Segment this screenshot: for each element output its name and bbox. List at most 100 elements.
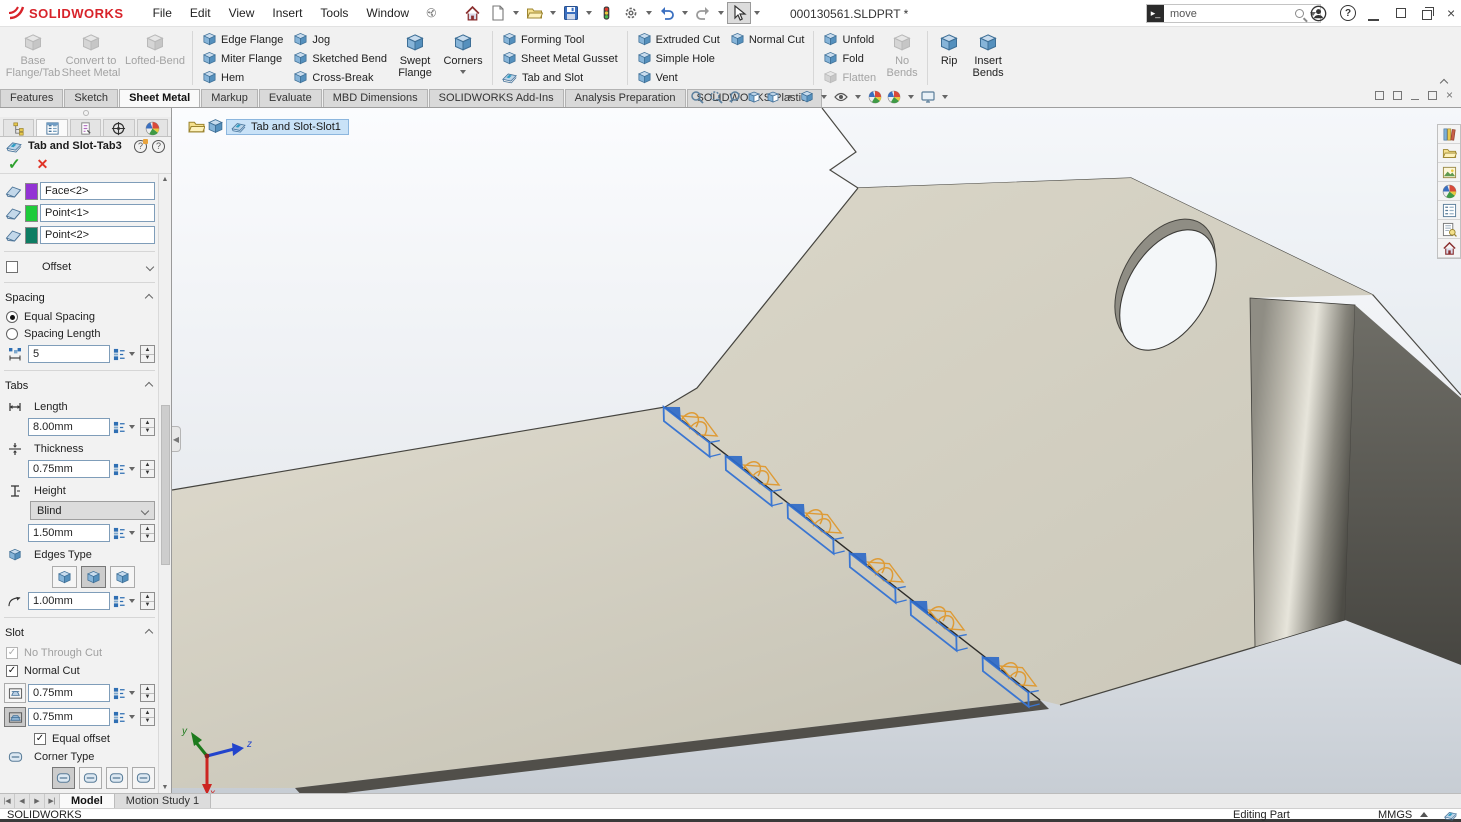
- account-icon[interactable]: [1310, 5, 1327, 22]
- search-box[interactable]: ▸_ move: [1146, 4, 1321, 23]
- height-input[interactable]: 1.50mm: [28, 524, 110, 543]
- slot-offset2-input[interactable]: 0.75mm: [28, 708, 110, 727]
- point1-selection-input[interactable]: Point<1>: [40, 204, 155, 223]
- instance-unit-button[interactable]: [112, 348, 138, 361]
- scroll-first-tab-button[interactable]: |◀: [0, 794, 15, 808]
- restore-button[interactable]: [1422, 7, 1434, 20]
- normal-cut-checkbox[interactable]: ✓: [6, 665, 18, 678]
- dock-left-icon[interactable]: [1374, 91, 1384, 100]
- breadcrumb-feature-chip[interactable]: Tab and Slot-Slot1: [226, 118, 349, 135]
- edge-flange-button[interactable]: Edge Flange: [197, 30, 288, 49]
- panel-splitter-grip[interactable]: [0, 108, 171, 117]
- equal-spacing-radio[interactable]: [6, 311, 18, 324]
- redo-button[interactable]: [691, 2, 715, 24]
- ribbon-collapse-chevron[interactable]: [1439, 77, 1451, 88]
- scroll-thumb[interactable]: [160, 404, 170, 565]
- dock-right-icon[interactable]: [1392, 91, 1402, 100]
- status-units[interactable]: MMGS: [1378, 809, 1412, 821]
- view-orientation-dropdown[interactable]: [787, 95, 793, 99]
- custom-properties-icon[interactable]: [1438, 201, 1460, 220]
- spacing-length-radio[interactable]: [6, 328, 18, 341]
- scroll-up-arrow[interactable]: ▲: [162, 174, 169, 185]
- graphics-viewport[interactable]: x y z Tab and Slot-Slot1: [172, 108, 1461, 793]
- tab-feature-tree[interactable]: [3, 119, 35, 137]
- tab-analysis-preparation[interactable]: Analysis Preparation: [564, 89, 686, 107]
- thickness-unit-button[interactable]: [112, 463, 138, 476]
- jog-button[interactable]: Jog: [288, 30, 392, 49]
- corner-type-1-button[interactable]: [52, 767, 75, 790]
- tab-display-manager[interactable]: [136, 119, 169, 137]
- tab-sheet-metal[interactable]: Sheet Metal: [119, 89, 201, 107]
- length-spinner[interactable]: ▲ ▼: [140, 418, 155, 437]
- open-button[interactable]: [522, 2, 547, 24]
- height-unit-button[interactable]: [112, 527, 138, 540]
- model-scene[interactable]: x y z: [172, 108, 1461, 793]
- select-dropdown[interactable]: [754, 11, 761, 15]
- tab-property-manager[interactable]: [36, 119, 68, 137]
- slot-offset1-input[interactable]: 0.75mm: [28, 684, 110, 703]
- offset-group-header[interactable]: Offset: [4, 259, 155, 275]
- breadcrumb-part-icon[interactable]: [188, 118, 205, 135]
- search-icon[interactable]: [1295, 9, 1304, 18]
- corners-button[interactable]: Corners: [438, 29, 488, 87]
- offset-expand-chevron[interactable]: [145, 262, 155, 272]
- apply-scene-dropdown[interactable]: [908, 95, 914, 99]
- forum-icon[interactable]: [1438, 220, 1460, 239]
- cancel-button[interactable]: ✕: [37, 156, 49, 173]
- search-input[interactable]: move: [1170, 8, 1295, 20]
- slot-offset2-icon[interactable]: [4, 707, 26, 728]
- tab-features[interactable]: Features: [0, 89, 64, 107]
- flatten-button[interactable]: Flatten: [818, 68, 881, 87]
- zoom-to-fit-icon[interactable]: [690, 90, 704, 104]
- tab-mbd-dimensions[interactable]: MBD Dimensions: [322, 89, 428, 107]
- slot-group-header[interactable]: Slot: [4, 625, 155, 641]
- fillet-input[interactable]: 1.00mm: [28, 592, 110, 611]
- no-bends-button[interactable]: No Bends: [881, 29, 923, 87]
- corner-type-4-button[interactable]: [132, 767, 155, 790]
- cross-break-button[interactable]: Cross-Break: [288, 68, 392, 87]
- hide-show-dropdown[interactable]: [855, 95, 861, 99]
- menu-window[interactable]: Window: [357, 3, 418, 23]
- display-style-icon[interactable]: [800, 90, 814, 104]
- doc-minimize-icon[interactable]: [1410, 92, 1419, 100]
- open-dropdown[interactable]: [550, 11, 557, 15]
- menu-edit[interactable]: Edit: [181, 3, 220, 23]
- model-tab[interactable]: Model: [60, 794, 115, 808]
- rip-button[interactable]: Rip: [932, 29, 966, 87]
- view-settings-icon[interactable]: [921, 90, 935, 104]
- edit-appearance-icon[interactable]: [868, 90, 882, 104]
- base-flange-button[interactable]: Base Flange/Tab: [6, 29, 60, 87]
- menu-file[interactable]: File: [144, 3, 181, 23]
- minimize-button[interactable]: [1368, 10, 1379, 21]
- options-button[interactable]: [619, 2, 643, 24]
- height-spinner[interactable]: ▲ ▼: [140, 524, 155, 543]
- forming-tool-button[interactable]: Forming Tool: [497, 30, 623, 49]
- undo-button[interactable]: [655, 2, 679, 24]
- simple-hole-button[interactable]: Simple Hole: [632, 49, 725, 68]
- equal-spacing-option[interactable]: Equal Spacing: [6, 311, 153, 324]
- slot-offset1-spinner[interactable]: ▲ ▼: [140, 684, 155, 703]
- instance-count-spinner[interactable]: ▲ ▼: [140, 345, 155, 364]
- tab-and-slot-button[interactable]: Tab and Slot: [497, 68, 623, 87]
- view-settings-dropdown[interactable]: [942, 95, 948, 99]
- tab-dimxpert-manager[interactable]: [103, 119, 135, 137]
- motion-study-tab[interactable]: Motion Study 1: [114, 794, 212, 808]
- miter-flange-button[interactable]: Miter Flange: [197, 49, 288, 68]
- menu-insert[interactable]: Insert: [263, 3, 311, 23]
- close-button[interactable]: ×: [1447, 6, 1455, 20]
- zoom-to-area-icon[interactable]: [709, 90, 723, 104]
- doc-restore-icon[interactable]: [1427, 91, 1437, 100]
- help-icon[interactable]: ?: [1340, 5, 1356, 21]
- menu-view[interactable]: View: [220, 3, 264, 23]
- swept-flange-button[interactable]: Swept Flange: [392, 29, 438, 87]
- length-input[interactable]: 8.00mm: [28, 418, 110, 437]
- previous-view-icon[interactable]: [728, 90, 742, 104]
- display-style-dropdown[interactable]: [821, 95, 827, 99]
- unfold-button[interactable]: Unfold: [818, 30, 881, 49]
- thickness-input[interactable]: 0.75mm: [28, 460, 110, 479]
- scroll-prev-tab-button[interactable]: ◀: [15, 794, 30, 808]
- whats-new-icon[interactable]: ?: [134, 138, 148, 153]
- instance-count-input[interactable]: 5: [28, 345, 110, 364]
- slot-offset2-unit-button[interactable]: [112, 711, 138, 724]
- view-orientation-icon[interactable]: [766, 90, 780, 104]
